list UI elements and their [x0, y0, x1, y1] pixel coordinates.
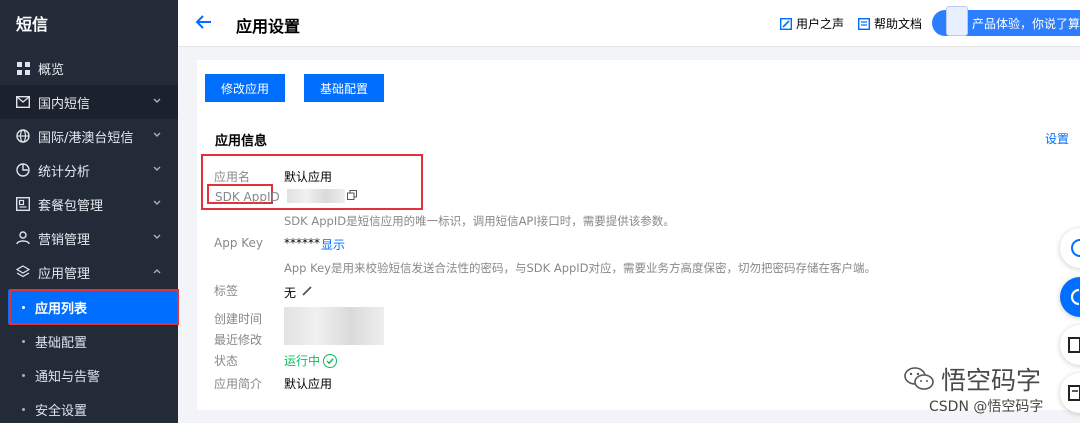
copy-icon[interactable]: [347, 190, 357, 200]
app-key-hint: App Key是用来校验短信发送合法性的密码，与SDK AppID对应，需要业务…: [284, 261, 877, 275]
survey-icon: [946, 6, 968, 36]
chevron-down-icon: [153, 200, 161, 205]
app-key-value: ******: [284, 236, 320, 250]
sidebar-item-label: 应用管理: [38, 266, 91, 282]
page-header: 应用设置 用户之声 帮助文档 产品体验，你说了算: [178, 0, 1080, 47]
sidebar-item-label: 国内短信: [38, 96, 91, 112]
app-name-value: 默认应用: [284, 170, 333, 184]
smile-icon: [1071, 239, 1080, 257]
highlight-box: [9, 289, 179, 325]
sidebar-item-label: 统计分析: [38, 164, 91, 180]
sdk-appid-value-redacted: [287, 189, 345, 203]
bullet-icon: [22, 407, 25, 411]
sidebar-item-app-management[interactable]: 应用管理: [0, 255, 178, 289]
sidebar-sub-label: 安全设置: [35, 403, 88, 419]
chevron-down-icon: [153, 98, 161, 103]
feedback-icon: [1068, 385, 1080, 401]
sidebar-item-marketing[interactable]: 营销管理: [0, 221, 178, 255]
feedback-promo-button[interactable]: 产品体验，你说了算: [932, 6, 1080, 36]
status-value: 运行中: [284, 352, 338, 369]
modified-time-label: 最近修改: [214, 333, 263, 347]
bullet-icon: [22, 373, 25, 377]
show-key-link[interactable]: 显示: [321, 236, 345, 253]
basic-config-button[interactable]: 基础配置: [304, 74, 384, 102]
description-label: 应用简介: [214, 377, 263, 391]
watermark-brand: 悟空码字: [941, 366, 1042, 395]
created-time-label: 创建时间: [214, 312, 263, 326]
sidebar-item-domestic-sms[interactable]: 国内短信: [0, 85, 178, 119]
edit-icon: [780, 17, 792, 30]
sidebar-item-package[interactable]: 套餐包管理: [0, 187, 178, 221]
promo-label: 产品体验，你说了算: [972, 16, 1080, 31]
help-docs-link[interactable]: 帮助文档: [858, 15, 922, 32]
sidebar-brand: 短信: [16, 15, 49, 34]
sidebar-sub-label: 基础配置: [35, 335, 88, 351]
watermark: 悟空码字: [903, 361, 1041, 397]
app-info-card: 修改应用 基础配置 应用信息 设置 应用名 默认应用 SDK AppID SDK…: [197, 60, 1080, 410]
sidebar-item-international-sms[interactable]: 国际/港澳台短信: [0, 119, 178, 153]
doc-icon: [858, 17, 870, 30]
check-circle-icon: [323, 353, 338, 368]
layers-icon: [16, 265, 30, 279]
sidebar-item-label: 套餐包管理: [38, 198, 104, 214]
watermark-csdn: CSDN @悟空码字: [929, 399, 1044, 415]
package-icon: [16, 197, 30, 211]
sidebar-item-statistics[interactable]: 统计分析: [0, 153, 178, 187]
sidebar-item-label: 概览: [38, 62, 65, 78]
chevron-down-icon: [153, 132, 161, 137]
pie-icon: [16, 163, 30, 177]
mail-icon: [16, 95, 30, 109]
settings-link[interactable]: 设置: [1045, 130, 1069, 147]
help-docs-label: 帮助文档: [874, 17, 923, 31]
sidebar-item-label: 营销管理: [38, 232, 91, 248]
sidebar-sub-basic-config[interactable]: 基础配置: [0, 324, 178, 358]
page-title: 应用设置: [236, 17, 301, 36]
sidebar-item-overview[interactable]: 概览: [0, 51, 178, 85]
sidebar-sub-label: 通知与告警: [35, 369, 101, 385]
status-label: 状态: [214, 354, 239, 368]
chevron-down-icon: [153, 166, 161, 171]
section-title: 应用信息: [215, 134, 268, 149]
app-name-label: 应用名: [214, 170, 251, 184]
sidebar-item-label: 国际/港澳台短信: [38, 130, 134, 146]
user-voice-label: 用户之声: [796, 17, 845, 31]
tag-label: 标签: [214, 284, 239, 298]
bullet-icon: [22, 339, 25, 343]
sidebar-sub-notify-alert[interactable]: 通知与告警: [0, 358, 178, 392]
status-text: 运行中: [284, 354, 321, 368]
book-icon: [1068, 337, 1080, 353]
app-key-label: App Key: [214, 236, 264, 250]
sdk-appid-hint: SDK AppID是短信应用的唯一标识，调用短信API接口时，需要提供该参数。: [284, 214, 675, 228]
user-icon: [16, 231, 30, 245]
headset-icon: [1070, 288, 1080, 306]
pencil-icon[interactable]: [302, 286, 312, 296]
sidebar: 短信 概览 国内短信 国际/港澳台短信 统计分析 套餐包管理 营销管理 应用管理…: [0, 0, 178, 423]
grid-icon: [16, 61, 30, 75]
edit-app-button[interactable]: 修改应用: [205, 74, 285, 102]
time-values-redacted: [284, 307, 384, 345]
globe-icon: [16, 129, 30, 143]
chevron-down-icon: [153, 234, 161, 239]
sdk-appid-label: SDK AppID: [215, 190, 280, 204]
back-arrow-icon[interactable]: [194, 12, 214, 32]
wechat-icon: [904, 367, 934, 390]
user-voice-link[interactable]: 用户之声: [780, 15, 844, 32]
description-value: 默认应用: [284, 377, 333, 391]
tag-value: 无: [284, 286, 297, 300]
sidebar-sub-security[interactable]: 安全设置: [0, 392, 178, 423]
chevron-up-icon: [153, 269, 161, 274]
